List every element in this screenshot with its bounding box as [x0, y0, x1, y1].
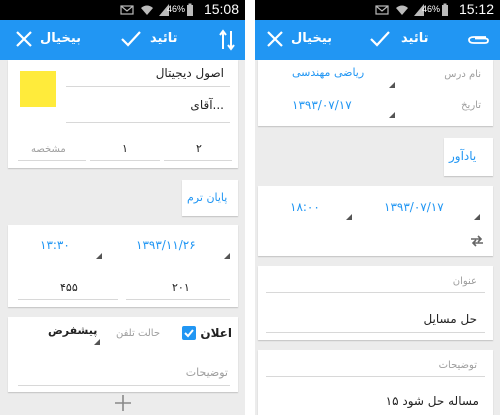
course-value[interactable]: ریاضی مهندسی [292, 66, 364, 79]
confirm-button[interactable]: تائید [150, 31, 177, 46]
field-right[interactable]: ۲ [196, 142, 202, 155]
notify-label: اعلان [200, 326, 232, 340]
spec-label: مشخصه [31, 144, 66, 155]
status-bar: 46% 15:12 [255, 0, 500, 20]
action-bar: بیخیال تائید [255, 20, 500, 60]
cancel-button[interactable]: بیخیال [291, 31, 332, 46]
mail-icon [375, 5, 389, 15]
course-label: نام درس [444, 69, 481, 80]
date-dropdown-icon [389, 112, 395, 118]
title-value[interactable]: حل مسایل [423, 312, 477, 326]
date-dropdown-icon [224, 253, 230, 259]
title-underline [266, 332, 485, 333]
description-card: توضیحات ۱۵ مساله حل شود [258, 350, 493, 415]
time-dropdown-icon [346, 214, 352, 220]
field-mid-underline [90, 160, 160, 161]
phone-mode-value[interactable]: پیشفرض [48, 324, 97, 337]
reminder-label: یادآور [449, 149, 477, 163]
field-mid[interactable]: ۱ [122, 142, 128, 155]
time-dropdown-icon [96, 253, 102, 259]
battery-icon [442, 3, 448, 16]
status-bar: 46% 15:08 [0, 0, 245, 20]
left-screen: 46% 15:08 بیخیال تائید اصول دیجیتال آقای… [0, 0, 245, 415]
phone-mode-label: حالت تلفن [116, 328, 161, 339]
time-value[interactable]: ۱۳:۳۰ [40, 238, 70, 252]
close-icon[interactable] [265, 29, 285, 49]
course-title[interactable]: اصول دیجیتال [156, 66, 224, 80]
code-left-underline [18, 299, 118, 300]
add-icon[interactable] [114, 394, 132, 412]
options-card: اعلان حالت تلفن پیشفرض توضیحات [8, 317, 238, 392]
end-term-button[interactable]: پایان ترم [182, 180, 238, 216]
teacher-name[interactable]: آقای... [190, 98, 224, 112]
battery-percent: 46% [166, 4, 185, 14]
code-right[interactable]: ۲۰۱ [172, 281, 190, 294]
screen-divider [245, 0, 255, 415]
description-field[interactable]: توضیحات [186, 366, 228, 379]
reminder-button[interactable]: یادآور [444, 138, 493, 176]
spec-underline [18, 160, 86, 161]
course-dropdown-icon [389, 82, 395, 88]
description-label-underline [266, 376, 485, 377]
right-screen: 46% 15:12 بیخیال تائید نام درس ریاضی مهن… [255, 0, 500, 415]
date-label: تاریخ [461, 100, 481, 111]
status-time: 15:08 [203, 1, 239, 17]
color-swatch[interactable] [20, 71, 56, 107]
date-dropdown-icon [474, 214, 480, 220]
field-right-underline [164, 160, 232, 161]
date-value[interactable]: ۱۳۹۳/۱۱/۲۶ [136, 238, 196, 252]
reminder-card: ۱۸:۰۰ ۱۳۹۳/۰۷/۱۷ [258, 186, 493, 256]
date-value[interactable]: ۱۳۹۳/۰۷/۱۷ [292, 98, 352, 112]
course-card: اصول دیجیتال آقای... مشخصه ۱ ۲ [8, 60, 238, 168]
cancel-button[interactable]: بیخیال [40, 31, 81, 46]
end-term-label: پایان ترم [187, 191, 228, 204]
code-left[interactable]: ۴۵۵ [60, 281, 78, 294]
title-card: عنوان حل مسایل [258, 266, 493, 340]
battery-icon [187, 3, 193, 16]
title-label-underline [266, 292, 485, 293]
wifi-icon [396, 5, 408, 15]
description-value[interactable]: ۱۵ مساله حل شود [386, 394, 479, 408]
battery-percent: 46% [421, 4, 440, 14]
phone-mode-dropdown-icon [94, 339, 100, 345]
action-bar: بیخیال تائید [0, 20, 245, 60]
title-label: عنوان [452, 276, 477, 287]
schedule-card: ۱۳:۳۰ ۱۳۹۳/۱۱/۲۶ ۴۵۵ ۲۰۱ [8, 225, 238, 307]
teacher-underline [66, 122, 230, 123]
attachment-icon[interactable] [466, 29, 490, 49]
check-icon[interactable] [369, 29, 391, 49]
confirm-button[interactable]: تائید [401, 31, 428, 46]
description-label: توضیحات [438, 360, 477, 371]
title-underline [66, 86, 230, 87]
swap-vertical-icon[interactable] [219, 29, 235, 51]
close-icon[interactable] [14, 29, 34, 49]
wifi-icon [141, 5, 153, 15]
reminder-time[interactable]: ۱۸:۰۰ [290, 200, 320, 214]
notify-checkbox[interactable] [182, 326, 196, 340]
course-card: نام درس ریاضی مهندسی تاریخ ۱۳۹۳/۰۷/۱۷ [258, 60, 493, 126]
checkmark-icon [184, 329, 194, 338]
code-right-underline [126, 299, 230, 300]
repeat-icon[interactable] [469, 234, 485, 248]
status-time: 15:12 [458, 1, 494, 17]
description-underline [18, 385, 230, 386]
reminder-date[interactable]: ۱۳۹۳/۰۷/۱۷ [384, 200, 444, 214]
mail-icon [120, 5, 134, 15]
check-icon[interactable] [120, 29, 142, 49]
